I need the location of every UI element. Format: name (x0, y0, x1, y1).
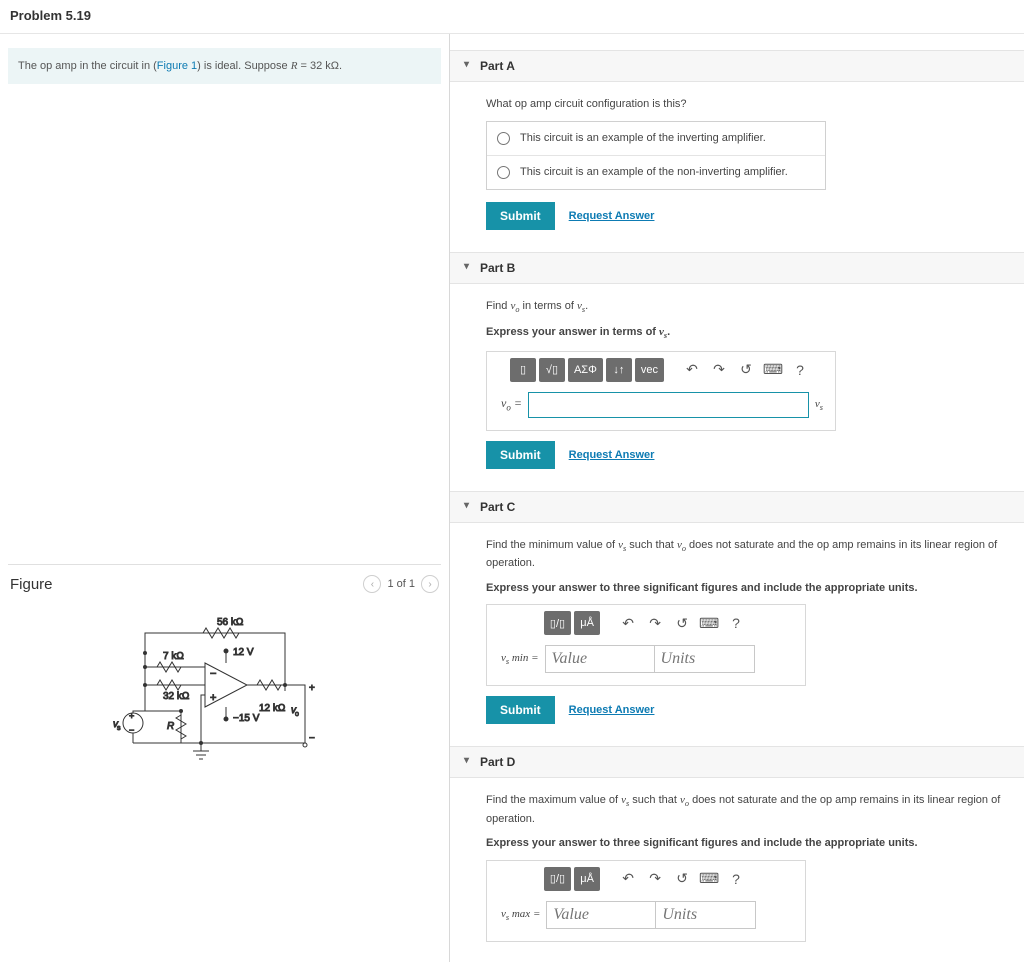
quantity-label: vs max = (495, 908, 546, 922)
figure-section: Figure ‹ 1 of 1 › 56 kΩ (8, 564, 441, 783)
reset-icon[interactable]: ↺ (670, 611, 694, 635)
svg-text:−: − (309, 733, 315, 744)
subsup-tool[interactable]: ↓↑ (606, 358, 632, 382)
choice-inverting[interactable]: This circuit is an example of the invert… (487, 122, 825, 155)
part-c-header[interactable]: Part C (450, 491, 1024, 523)
units-tool[interactable]: μÅ (574, 867, 600, 891)
part-d-instructions: Express your answer to three significant… (486, 835, 1006, 852)
part-a: Part A What op amp circuit configuration… (450, 50, 1024, 236)
redo-icon[interactable]: ↷ (643, 867, 667, 891)
part-a-header[interactable]: Part A (450, 50, 1024, 82)
svg-text:56 kΩ: 56 kΩ (217, 617, 244, 628)
figure-nav: ‹ 1 of 1 › (363, 575, 439, 593)
svg-text:o: o (295, 711, 299, 718)
choice-label: This circuit is an example of the invert… (520, 132, 766, 144)
svg-text:7 kΩ: 7 kΩ (163, 651, 184, 662)
help-icon[interactable]: ? (724, 611, 748, 635)
submit-button[interactable]: Submit (486, 202, 555, 230)
help-icon[interactable]: ? (724, 867, 748, 891)
figure-counter: 1 of 1 (387, 578, 415, 590)
value-input[interactable] (546, 901, 656, 929)
radio-noninverting[interactable] (497, 166, 510, 179)
circuit-diagram: 56 kΩ 7 kΩ 32 kΩ (85, 613, 365, 783)
prompt-text: ) is ideal. Suppose (197, 60, 291, 72)
fraction-tool[interactable]: ▯/▯ (544, 611, 571, 635)
part-c-instructions: Express your answer to three significant… (486, 580, 1006, 597)
redo-icon[interactable]: ↷ (707, 358, 731, 382)
part-a-choices: This circuit is an example of the invert… (486, 121, 826, 190)
part-d-question: Find the maximum value of vs such that v… (486, 792, 1006, 827)
redo-icon[interactable]: ↷ (643, 611, 667, 635)
svg-text:R: R (167, 721, 174, 732)
vec-tool[interactable]: vec (635, 358, 664, 382)
figure-prev-button[interactable]: ‹ (363, 575, 381, 593)
undo-icon[interactable]: ↶ (680, 358, 704, 382)
part-d: Part D Find the maximum value of vs such… (450, 746, 1024, 958)
part-b: Part B Find vo in terms of vs. Express y… (450, 252, 1024, 475)
svg-text:12 V: 12 V (233, 647, 254, 658)
submit-button[interactable]: Submit (486, 696, 555, 724)
svg-text:s: s (117, 725, 121, 732)
help-icon[interactable]: ? (788, 358, 812, 382)
units-input[interactable] (656, 901, 756, 929)
svg-text:−: − (210, 668, 216, 680)
keyboard-icon[interactable]: ⌨ (697, 611, 721, 635)
figure-title: Figure (10, 576, 53, 593)
radio-inverting[interactable] (497, 132, 510, 145)
part-c-answer-box: ▯/▯ μÅ ↶ ↷ ↺ ⌨ ? vs min = (486, 604, 806, 686)
choice-noninverting[interactable]: This circuit is an example of the non-in… (487, 155, 825, 189)
request-answer-link[interactable]: Request Answer (569, 449, 655, 461)
template-tool[interactable]: ▯ (510, 358, 536, 382)
part-b-instructions: Express your answer in terms of vs. (486, 324, 1006, 343)
equation-toolbar: ▯ √▯ ΑΣΦ ↓↑ vec ↶ ↷ ↺ ⌨ ? (495, 358, 827, 382)
keyboard-icon[interactable]: ⌨ (761, 358, 785, 382)
part-b-answer-box: ▯ √▯ ΑΣΦ ↓↑ vec ↶ ↷ ↺ ⌨ ? (486, 351, 836, 431)
part-d-header[interactable]: Part D (450, 746, 1024, 778)
page-title: Problem 5.19 (0, 0, 1024, 34)
right-column: Part A What op amp circuit configuration… (450, 34, 1024, 962)
submit-button[interactable]: Submit (486, 441, 555, 469)
figure-next-button[interactable]: › (421, 575, 439, 593)
reset-icon[interactable]: ↺ (670, 867, 694, 891)
undo-icon[interactable]: ↶ (616, 867, 640, 891)
equation-rhs-unit: vs (815, 398, 827, 412)
part-a-question: What op amp circuit configuration is thi… (486, 96, 1006, 113)
equation-lhs: vo = (495, 396, 522, 412)
left-column: The op amp in the circuit in (Figure 1) … (0, 34, 450, 962)
fraction-tool[interactable]: ▯/▯ (544, 867, 571, 891)
request-answer-link[interactable]: Request Answer (569, 704, 655, 716)
value-input[interactable] (545, 645, 655, 673)
sqrt-tool[interactable]: √▯ (539, 358, 565, 382)
undo-icon[interactable]: ↶ (616, 611, 640, 635)
part-b-question: Find vo in terms of vs. (486, 298, 1006, 317)
svg-text:+: + (309, 683, 315, 694)
svg-text:12 kΩ: 12 kΩ (259, 703, 286, 714)
figure-link[interactable]: Figure 1 (157, 60, 197, 72)
units-toolbar: ▯/▯ μÅ ↶ ↷ ↺ ⌨ ? (495, 611, 797, 635)
choice-label: This circuit is an example of the non-in… (520, 166, 788, 178)
units-tool[interactable]: μÅ (574, 611, 600, 635)
prompt-eq: = 32 kΩ. (297, 60, 342, 72)
prompt-text: The op amp in the circuit in ( (18, 60, 157, 72)
greek-tool[interactable]: ΑΣΦ (568, 358, 603, 382)
svg-text:32 kΩ: 32 kΩ (163, 691, 190, 702)
part-c: Part C Find the minimum value of vs such… (450, 491, 1024, 731)
part-d-answer-box: ▯/▯ μÅ ↶ ↷ ↺ ⌨ ? vs max = (486, 860, 806, 942)
equation-input[interactable] (528, 392, 809, 418)
part-b-header[interactable]: Part B (450, 252, 1024, 284)
svg-text:+: + (210, 692, 216, 704)
request-answer-link[interactable]: Request Answer (569, 210, 655, 222)
units-toolbar: ▯/▯ μÅ ↶ ↷ ↺ ⌨ ? (495, 867, 797, 891)
units-input[interactable] (655, 645, 755, 673)
svg-text:−15 V: −15 V (233, 713, 260, 724)
part-c-question: Find the minimum value of vs such that v… (486, 537, 1006, 572)
problem-prompt: The op amp in the circuit in (Figure 1) … (8, 48, 441, 84)
reset-icon[interactable]: ↺ (734, 358, 758, 382)
quantity-label: vs min = (495, 652, 545, 666)
keyboard-icon[interactable]: ⌨ (697, 867, 721, 891)
